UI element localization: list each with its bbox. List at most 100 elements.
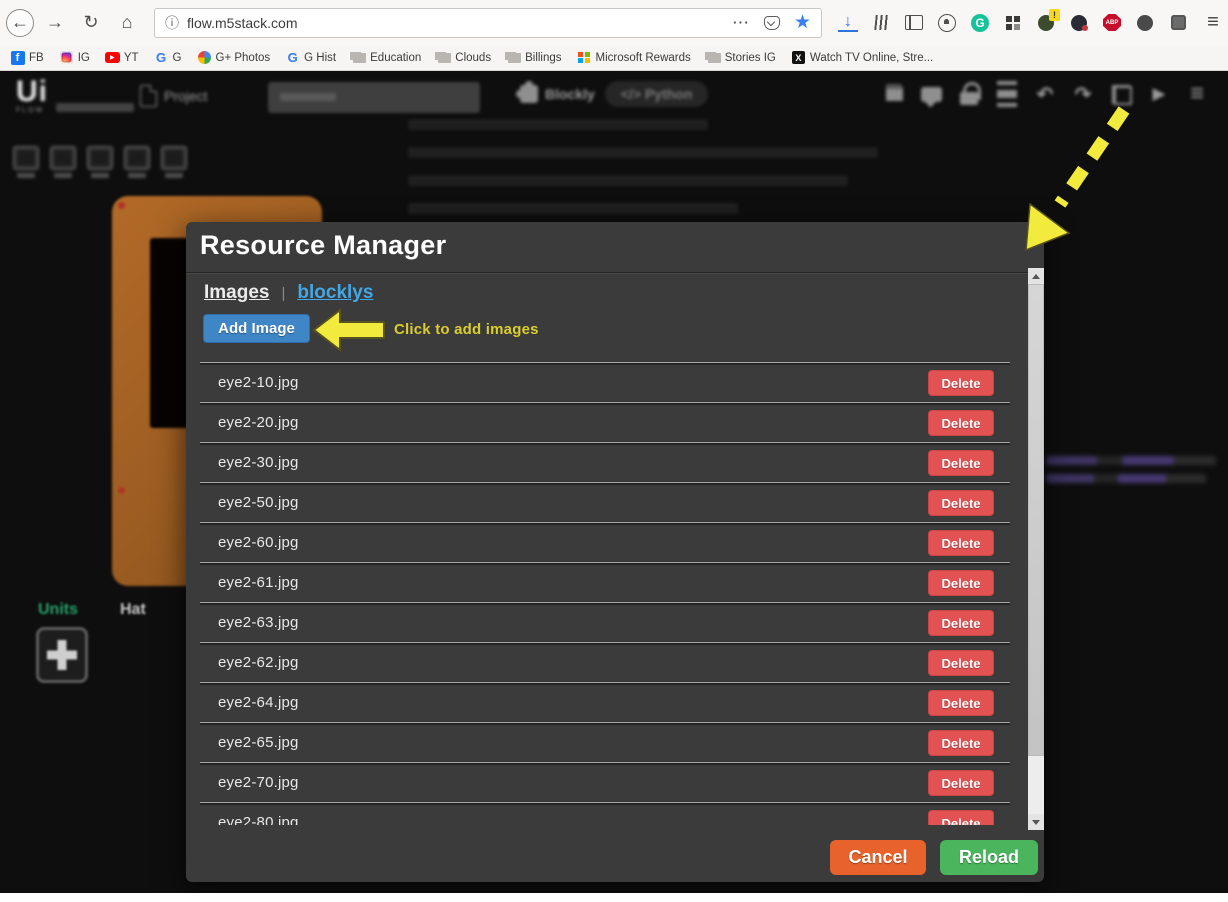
device-toolbar-button[interactable] bbox=[123, 146, 151, 178]
bookmark-label: G bbox=[173, 52, 182, 64]
delete-button[interactable]: Delete bbox=[928, 690, 994, 716]
delete-button[interactable]: Delete bbox=[928, 450, 994, 476]
delete-button[interactable]: Delete bbox=[928, 370, 994, 396]
bookmarks-bar: FB IG YT G G+ Photos G Hist Education Cl… bbox=[0, 45, 1228, 71]
add-image-button[interactable]: Add Image bbox=[203, 314, 310, 343]
device-toolbar-button[interactable] bbox=[12, 146, 40, 178]
scrollbar-thumb[interactable] bbox=[1028, 284, 1044, 756]
file-row: eye2-80.jpg Delete bbox=[200, 803, 1010, 825]
reload-button[interactable]: Reload bbox=[940, 840, 1038, 875]
bookmark-item[interactable]: Stories IG bbox=[706, 50, 776, 65]
undo-icon[interactable] bbox=[1032, 81, 1058, 107]
list-icon[interactable] bbox=[994, 81, 1020, 107]
bookmark-label: IG bbox=[78, 52, 90, 64]
add-unit-button[interactable] bbox=[36, 627, 88, 683]
extension-square-icon[interactable] bbox=[1168, 13, 1188, 33]
file-row: eye2-65.jpg Delete bbox=[200, 723, 1010, 763]
bookmark-item[interactable]: Clouds bbox=[436, 50, 491, 65]
device-toolbar-button[interactable] bbox=[49, 146, 77, 178]
download-icon[interactable] bbox=[838, 14, 858, 32]
url-text: flow.m5stack.com bbox=[187, 15, 297, 31]
menu-icon[interactable] bbox=[1184, 81, 1210, 107]
extension-dark-icon[interactable] bbox=[1069, 13, 1089, 33]
delete-button[interactable]: Delete bbox=[928, 770, 994, 796]
extension-badged-icon[interactable] bbox=[1036, 13, 1056, 33]
tab-blocklys[interactable]: blocklys bbox=[297, 282, 373, 304]
bookmark-item[interactable]: Billings bbox=[506, 50, 561, 65]
extension-circle-icon[interactable] bbox=[1135, 13, 1155, 33]
delete-button[interactable]: Delete bbox=[928, 490, 994, 516]
run-icon[interactable] bbox=[1146, 81, 1172, 107]
url-bar[interactable]: ⓘ flow.m5stack.com ⋯ ★ bbox=[154, 8, 822, 38]
bookmark-label: Billings bbox=[525, 52, 561, 64]
save-icon[interactable] bbox=[880, 81, 906, 107]
comment-icon[interactable] bbox=[918, 81, 944, 107]
site-info-icon[interactable]: ⓘ bbox=[165, 13, 179, 33]
refresh-icon[interactable]: ↻ bbox=[76, 8, 106, 38]
bookmark-item[interactable]: G Hist bbox=[285, 50, 336, 65]
library-icon[interactable] bbox=[871, 13, 891, 33]
device-toolbar-button[interactable] bbox=[160, 146, 188, 178]
sidebar-icon[interactable] bbox=[904, 13, 924, 33]
tab-images[interactable]: Images bbox=[204, 282, 269, 304]
bookmark-item[interactable]: Watch TV Online, Stre... bbox=[791, 50, 933, 65]
delete-button[interactable]: Delete bbox=[928, 730, 994, 756]
redo-icon[interactable] bbox=[1070, 81, 1096, 107]
file-name: eye2-30.jpg bbox=[218, 443, 299, 483]
tab-blockly[interactable]: Blockly bbox=[520, 85, 595, 103]
bookmark-item[interactable]: G bbox=[154, 50, 182, 65]
hamburger-menu-icon[interactable]: ≡ bbox=[1198, 8, 1228, 38]
bookmark-item[interactable]: Education bbox=[351, 50, 421, 65]
device-toolbar-button[interactable] bbox=[86, 146, 114, 178]
forward-icon[interactable]: → bbox=[40, 8, 70, 38]
file-row: eye2-10.jpg Delete bbox=[200, 363, 1010, 403]
scroll-down-icon[interactable] bbox=[1028, 814, 1044, 830]
bookmark-item[interactable]: Microsoft Rewards bbox=[577, 50, 691, 65]
mode-tabs: Blockly </> Python bbox=[520, 81, 708, 107]
lock-icon[interactable] bbox=[956, 81, 982, 107]
list-scrollbar[interactable] bbox=[1028, 268, 1044, 830]
hat-tab[interactable]: Hat bbox=[120, 601, 146, 619]
project-button[interactable]: Project bbox=[140, 85, 208, 107]
tab-python[interactable]: </> Python bbox=[605, 81, 709, 107]
copy-icon[interactable] bbox=[1108, 81, 1134, 107]
x-app-icon bbox=[791, 50, 806, 65]
file-row: eye2-62.jpg Delete bbox=[200, 643, 1010, 683]
file-row: eye2-70.jpg Delete bbox=[200, 763, 1010, 803]
bookmark-label: Microsoft Rewards bbox=[596, 52, 691, 64]
cancel-button[interactable]: Cancel bbox=[830, 840, 926, 875]
screenshot-bottom-margin bbox=[0, 893, 1228, 902]
delete-button[interactable]: Delete bbox=[928, 610, 994, 636]
extension-grid-icon[interactable] bbox=[1003, 13, 1023, 33]
bookmark-item[interactable]: IG bbox=[59, 50, 90, 65]
annotation-text: Click to add images bbox=[394, 321, 539, 338]
bookmark-item[interactable]: G+ Photos bbox=[197, 50, 271, 65]
browser-chrome: ← → ↻ ⌂ ⓘ flow.m5stack.com ⋯ ★ ≡ FB IG Y… bbox=[0, 0, 1228, 71]
units-tab[interactable]: Units bbox=[38, 601, 78, 619]
device-subtoolbar bbox=[12, 146, 188, 178]
file-row: eye2-20.jpg Delete bbox=[200, 403, 1010, 443]
scroll-up-icon[interactable] bbox=[1028, 268, 1044, 284]
file-name: eye2-50.jpg bbox=[218, 483, 299, 523]
bookmark-star-icon[interactable]: ★ bbox=[794, 11, 811, 34]
delete-button[interactable]: Delete bbox=[928, 410, 994, 436]
file-row: eye2-50.jpg Delete bbox=[200, 483, 1010, 523]
delete-button[interactable]: Delete bbox=[928, 650, 994, 676]
puzzle-icon bbox=[520, 85, 538, 103]
project-name-input[interactable] bbox=[268, 82, 480, 113]
account-icon[interactable] bbox=[937, 13, 957, 33]
photos-pinwheel-icon bbox=[197, 50, 212, 65]
adblock-abp-icon[interactable] bbox=[1102, 13, 1122, 33]
divider bbox=[186, 272, 1044, 273]
bookmark-item[interactable]: YT bbox=[105, 50, 139, 65]
back-icon[interactable]: ← bbox=[6, 9, 34, 37]
grammarly-icon[interactable] bbox=[970, 13, 990, 33]
pocket-icon[interactable] bbox=[764, 16, 780, 30]
delete-button[interactable]: Delete bbox=[928, 810, 994, 825]
bookmark-item[interactable]: FB bbox=[10, 50, 44, 65]
delete-button[interactable]: Delete bbox=[928, 530, 994, 556]
delete-button[interactable]: Delete bbox=[928, 570, 994, 596]
page-actions-icon[interactable]: ⋯ bbox=[732, 13, 750, 33]
home-icon[interactable]: ⌂ bbox=[112, 8, 142, 38]
blurred-code-lines bbox=[408, 119, 968, 231]
